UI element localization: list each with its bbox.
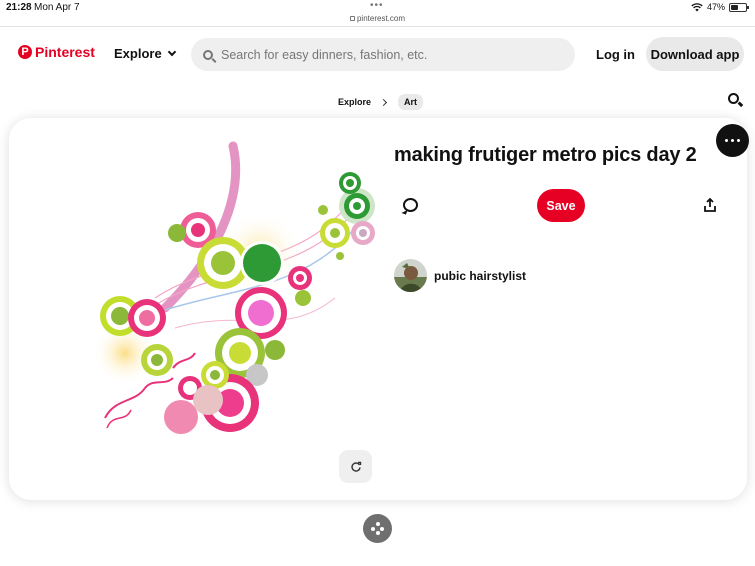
wifi-icon <box>691 2 703 11</box>
visual-search-button[interactable] <box>339 450 372 483</box>
rotate-icon <box>350 461 361 472</box>
chevron-down-icon <box>167 47 176 56</box>
explore-label: Explore <box>114 46 162 61</box>
login-button[interactable]: Log in <box>596 47 635 62</box>
floating-shapes-button[interactable] <box>363 514 392 543</box>
avatar[interactable] <box>394 259 427 292</box>
save-button[interactable]: Save <box>537 189 585 222</box>
search-bar[interactable] <box>191 38 575 71</box>
status-bar: 21:28 Mon Apr 7 ••• pinterest.com 47% <box>0 0 755 27</box>
breadcrumb-item-explore[interactable]: Explore <box>338 97 371 107</box>
download-app-button[interactable]: Download app <box>646 37 744 71</box>
status-date: Mon Apr 7 <box>34 2 80 13</box>
breadcrumb: Explore Art <box>338 94 424 110</box>
share-icon[interactable] <box>704 198 716 212</box>
battery-icon <box>729 2 749 12</box>
status-indicators: 47% <box>691 2 749 12</box>
pinterest-logo[interactable]: P Pinterest <box>18 44 95 60</box>
more-options-button[interactable] <box>716 124 749 157</box>
search-input[interactable] <box>221 47 561 62</box>
author-name[interactable]: pubic hairstylist <box>434 269 526 283</box>
address-bar[interactable]: pinterest.com <box>0 14 755 23</box>
pin-title: making frutiger metro pics day 2 <box>394 144 697 166</box>
more-icon <box>724 138 729 143</box>
logo-text: Pinterest <box>35 44 95 60</box>
comment-icon[interactable] <box>403 198 418 212</box>
chevron-right-icon <box>379 98 388 106</box>
breadcrumb-item-art[interactable]: Art <box>398 94 424 110</box>
pinterest-logo-icon: P <box>18 45 32 59</box>
battery-percent: 47% <box>706 2 725 12</box>
lock-icon <box>349 16 355 21</box>
pin-image[interactable] <box>95 138 385 443</box>
status-time: 21:28 <box>6 2 32 13</box>
explore-menu-button[interactable]: Explore <box>114 46 176 61</box>
multitask-dots-icon[interactable]: ••• <box>370 0 384 11</box>
url-text: pinterest.com <box>356 14 406 23</box>
search-icon[interactable] <box>728 93 739 104</box>
search-icon <box>203 49 213 60</box>
